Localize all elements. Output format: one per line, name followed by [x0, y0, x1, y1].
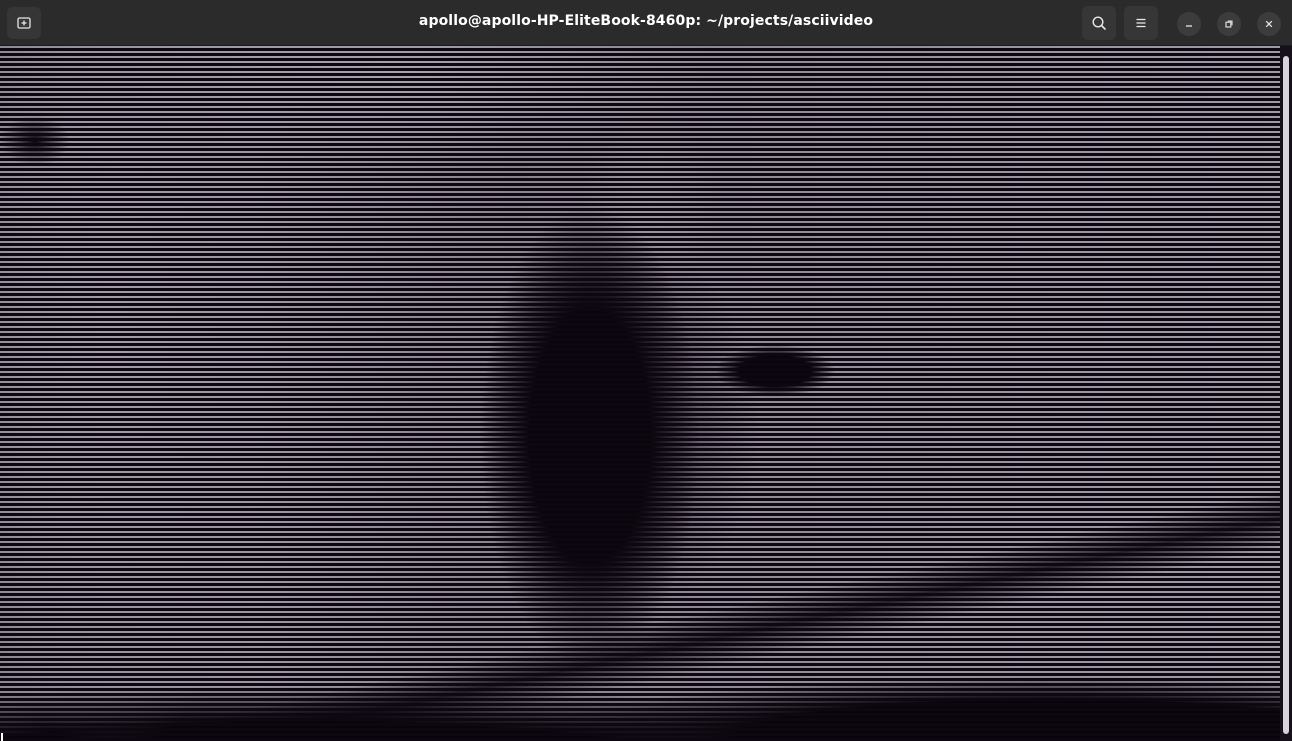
close-icon: [1265, 20, 1273, 28]
terminal-output[interactable]: [0, 46, 1280, 741]
new-tab-button[interactable]: [7, 7, 41, 39]
main-menu-button[interactable]: [1124, 6, 1158, 40]
minimize-button[interactable]: [1177, 12, 1201, 36]
scrollbar-thumb[interactable]: [1283, 56, 1289, 734]
text-cursor: [1, 733, 3, 741]
hamburger-menu-icon: [1136, 18, 1146, 28]
ascii-video-frame: [0, 46, 1280, 741]
minimize-icon: [1186, 25, 1192, 27]
terminal-window: apollo@apollo-HP-EliteBook-8460p: ~/proj…: [0, 0, 1292, 741]
maximize-button[interactable]: [1217, 12, 1241, 36]
close-button[interactable]: [1257, 12, 1281, 36]
search-icon: [1092, 16, 1106, 30]
scrollbar[interactable]: [1280, 46, 1292, 741]
restore-icon: [1225, 20, 1233, 28]
new-tab-icon: [17, 17, 31, 29]
header-bar[interactable]: apollo@apollo-HP-EliteBook-8460p: ~/proj…: [0, 0, 1292, 46]
search-button[interactable]: [1082, 6, 1116, 40]
